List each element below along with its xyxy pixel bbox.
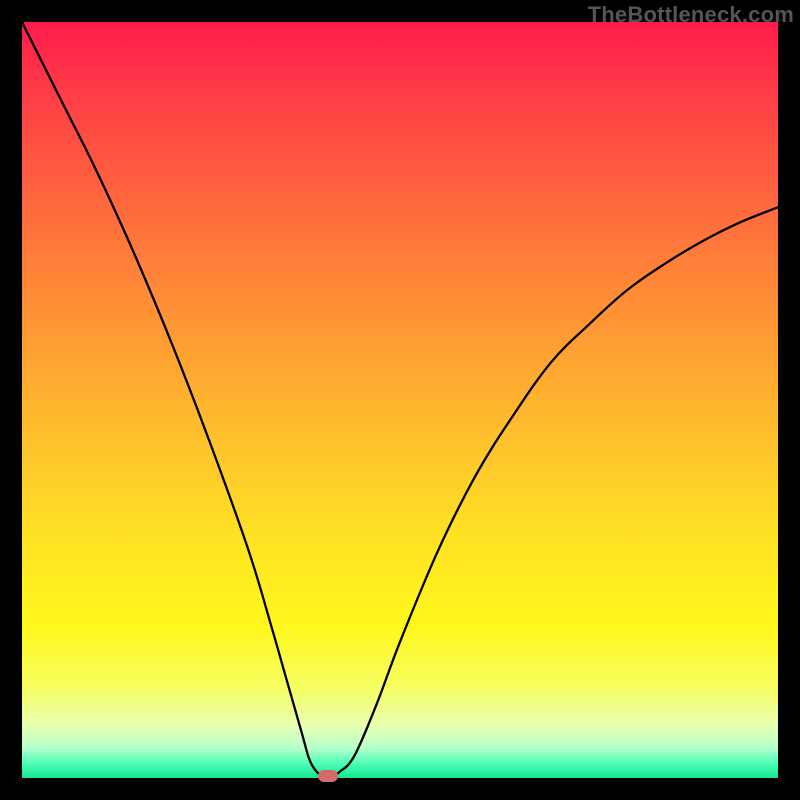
plot-area bbox=[22, 22, 778, 778]
bottleneck-curve bbox=[22, 22, 778, 778]
optimal-marker bbox=[318, 770, 338, 782]
watermark-text: TheBottleneck.com bbox=[588, 2, 794, 28]
chart-frame: TheBottleneck.com bbox=[0, 0, 800, 800]
